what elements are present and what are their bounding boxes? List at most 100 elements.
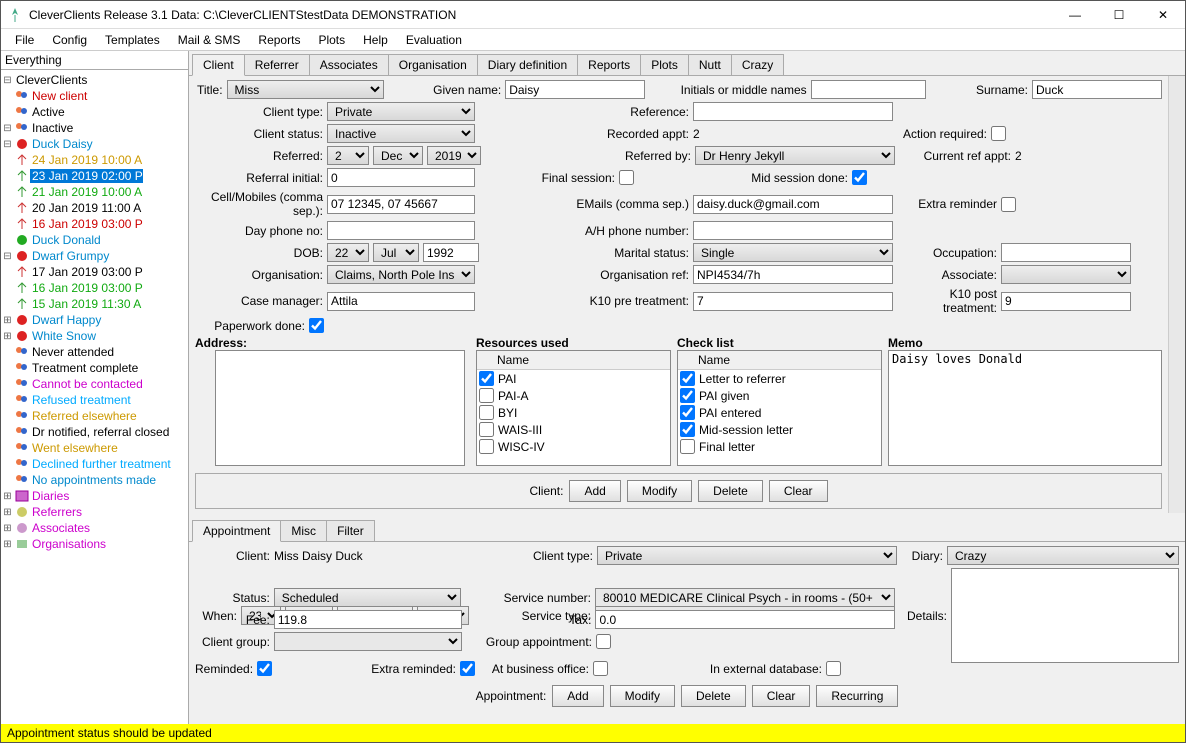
refby-select[interactable]: Dr Henry Jekyll: [695, 146, 895, 165]
chk-item-check[interactable]: [680, 388, 695, 403]
tree-ref-else[interactable]: Referred elsewhere: [30, 409, 137, 423]
appt-add-button[interactable]: Add: [552, 685, 603, 707]
tab-appointment[interactable]: Appointment: [192, 520, 281, 542]
details-text[interactable]: [951, 568, 1179, 663]
tree-cannot[interactable]: Cannot be contacted: [30, 377, 143, 391]
tab-client[interactable]: Client: [192, 54, 245, 76]
tree-appt[interactable]: 16 Jan 2019 03:00 P: [30, 281, 143, 295]
emails-input[interactable]: [693, 195, 893, 214]
tab-reports[interactable]: Reports: [577, 54, 641, 75]
cell-input[interactable]: [327, 195, 475, 214]
tree-white-snow[interactable]: White Snow: [30, 329, 96, 343]
res-item[interactable]: WAIS-III: [498, 423, 542, 437]
tree-declined[interactable]: Declined further treatment: [30, 457, 171, 471]
chk-item[interactable]: PAI given: [699, 389, 749, 403]
snum-select[interactable]: 80010 MEDICARE Clinical Psych - in rooms…: [595, 588, 895, 607]
menu-evaluation[interactable]: Evaluation: [398, 31, 470, 49]
tree-treat-complete[interactable]: Treatment complete: [30, 361, 138, 375]
paper-checkbox[interactable]: [309, 318, 324, 333]
client-delete-button[interactable]: Delete: [698, 480, 763, 502]
diary-select[interactable]: Crazy: [947, 546, 1179, 565]
tab-associates[interactable]: Associates: [309, 54, 389, 75]
tree-dr-notified[interactable]: Dr notified, referral closed: [30, 425, 169, 439]
chk-item-check[interactable]: [680, 439, 695, 454]
orgref-input[interactable]: [693, 265, 893, 284]
fee-input[interactable]: [274, 610, 462, 629]
tree-appt[interactable]: 16 Jan 2019 03:00 P: [30, 217, 143, 231]
extra-checkbox[interactable]: [1001, 197, 1016, 212]
tree-associates[interactable]: Associates: [30, 521, 90, 535]
tree-dwarf-happy[interactable]: Dwarf Happy: [30, 313, 101, 327]
res-item[interactable]: WISC-IV: [498, 440, 545, 454]
tree-duck-donald[interactable]: Duck Donald: [30, 233, 101, 247]
tree-active[interactable]: Active: [30, 105, 65, 119]
assoc-select[interactable]: [1001, 265, 1131, 284]
checklist[interactable]: Name Letter to referrer PAI given PAI en…: [677, 350, 882, 466]
tree-no-appts[interactable]: No appointments made: [30, 473, 156, 487]
menu-reports[interactable]: Reports: [250, 31, 308, 49]
tree-never[interactable]: Never attended: [30, 345, 114, 359]
res-item[interactable]: BYI: [498, 406, 517, 420]
tab-crazy[interactable]: Crazy: [731, 54, 784, 75]
action-checkbox[interactable]: [991, 126, 1006, 141]
status-select[interactable]: Inactive: [327, 124, 475, 143]
tree-orgs[interactable]: Organisations: [30, 537, 106, 551]
chk-item[interactable]: Letter to referrer: [699, 372, 786, 386]
client-clear-button[interactable]: Clear: [769, 480, 828, 502]
tree-appt[interactable]: 17 Jan 2019 03:00 P: [30, 265, 143, 279]
tab-referrer[interactable]: Referrer: [244, 54, 310, 75]
atbus-checkbox[interactable]: [593, 661, 608, 676]
tree-dwarf-grumpy[interactable]: Dwarf Grumpy: [30, 249, 109, 263]
tree-went[interactable]: Went elsewhere: [30, 441, 118, 455]
chk-item-check[interactable]: [680, 371, 695, 386]
refinit-input[interactable]: [327, 168, 475, 187]
maximize-button[interactable]: ☐: [1097, 1, 1141, 28]
menu-help[interactable]: Help: [355, 31, 396, 49]
tax-input[interactable]: [595, 610, 895, 629]
tab-misc[interactable]: Misc: [280, 520, 327, 541]
final-checkbox[interactable]: [619, 170, 634, 185]
type-select[interactable]: Private: [327, 102, 475, 121]
memo-text[interactable]: [888, 350, 1162, 466]
appt-type-select[interactable]: Private: [597, 546, 897, 565]
marital-select[interactable]: Single: [693, 243, 893, 262]
res-item-check[interactable]: [479, 422, 494, 437]
gappt-checkbox[interactable]: [596, 634, 611, 649]
given-input[interactable]: [505, 80, 645, 99]
tree-inactive[interactable]: Inactive: [30, 121, 73, 135]
tree-referrers[interactable]: Referrers: [30, 505, 82, 519]
chk-item-check[interactable]: [680, 405, 695, 420]
tab-plots[interactable]: Plots: [640, 54, 689, 75]
tree-new-client[interactable]: New client: [30, 89, 87, 103]
res-item-check[interactable]: [479, 388, 494, 403]
tree-refused[interactable]: Refused treatment: [30, 393, 131, 407]
menu-mail-sms[interactable]: Mail & SMS: [170, 31, 249, 49]
tree-diaries[interactable]: Diaries: [30, 489, 69, 503]
res-item-check[interactable]: [479, 439, 494, 454]
k10post-input[interactable]: [1001, 292, 1131, 311]
dob-day[interactable]: 22: [327, 243, 369, 262]
appt-status-select[interactable]: Scheduled: [274, 588, 462, 607]
res-item[interactable]: PAI: [498, 372, 516, 386]
tree-root[interactable]: CleverClients: [14, 73, 87, 87]
appt-delete-button[interactable]: Delete: [681, 685, 746, 707]
dob-year[interactable]: [423, 243, 479, 262]
menu-config[interactable]: Config: [44, 31, 95, 49]
referred-month[interactable]: Dec: [373, 146, 423, 165]
tree-appt-selected[interactable]: 23 Jan 2019 02:00 P: [30, 169, 143, 183]
chk-item-check[interactable]: [680, 422, 695, 437]
org-select[interactable]: Claims, North Pole Insur...: [327, 265, 475, 284]
tree-duck-daisy[interactable]: Duck Daisy: [30, 137, 93, 151]
title-select[interactable]: Miss: [227, 80, 385, 99]
appt-recurring-button[interactable]: Recurring: [816, 685, 898, 707]
cgroup-select[interactable]: [274, 632, 462, 651]
close-button[interactable]: ✕: [1141, 1, 1185, 28]
menu-plots[interactable]: Plots: [310, 31, 353, 49]
chk-item[interactable]: Final letter: [699, 440, 755, 454]
addr-text[interactable]: [215, 350, 465, 466]
inext-checkbox[interactable]: [826, 661, 841, 676]
ahph-input[interactable]: [693, 221, 893, 240]
client-add-button[interactable]: Add: [569, 480, 620, 502]
res-item[interactable]: PAI-A: [498, 389, 528, 403]
menu-file[interactable]: File: [7, 31, 42, 49]
